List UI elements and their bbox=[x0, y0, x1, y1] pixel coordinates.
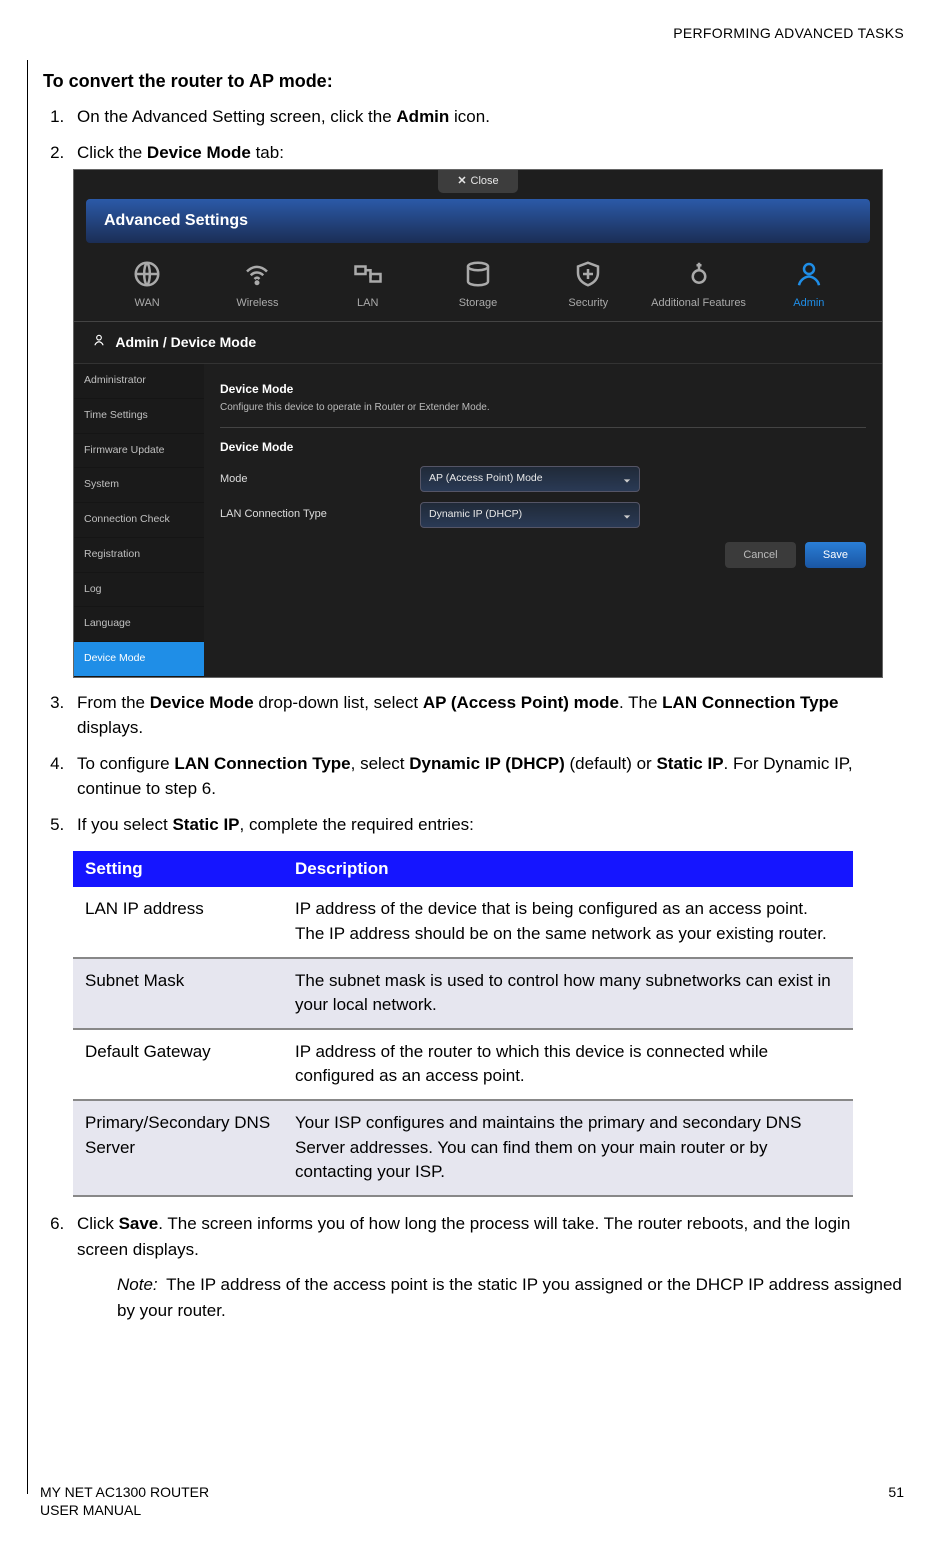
router-screenshot: ✕Close Advanced Settings WAN Wireless LA… bbox=[73, 169, 883, 678]
close-button[interactable]: ✕Close bbox=[438, 170, 518, 193]
sidebar-item-system[interactable]: System bbox=[74, 468, 204, 503]
col-description: Description bbox=[283, 851, 853, 887]
settings-table: Setting Description LAN IP address IP ad… bbox=[73, 851, 853, 1197]
form-subheading: Configure this device to operate in Rout… bbox=[220, 400, 866, 415]
step-4: To configure LAN Connection Type, select… bbox=[69, 751, 904, 802]
lan-type-dropdown[interactable]: Dynamic IP (DHCP) bbox=[420, 502, 640, 528]
divider bbox=[220, 427, 866, 428]
lan-type-label: LAN Connection Type bbox=[220, 506, 420, 523]
col-setting: Setting bbox=[73, 851, 283, 887]
step-1: On the Advanced Setting screen, click th… bbox=[69, 104, 904, 130]
form-heading-2: Device Mode bbox=[220, 438, 866, 456]
table-header-row: Setting Description bbox=[73, 851, 853, 887]
table-row: Primary/Secondary DNS Server Your ISP co… bbox=[73, 1100, 853, 1196]
page-footer: MY NET AC1300 ROUTER USER MANUAL 51 bbox=[40, 1483, 904, 1519]
user-icon bbox=[794, 259, 824, 289]
note: Note: The IP address of the access point… bbox=[117, 1272, 904, 1323]
globe-icon bbox=[132, 259, 162, 289]
form-heading-1: Device Mode bbox=[220, 380, 866, 398]
footer-product: MY NET AC1300 ROUTER USER MANUAL bbox=[40, 1483, 209, 1519]
save-button[interactable]: Save bbox=[805, 542, 866, 569]
close-icon: ✕ bbox=[457, 175, 466, 187]
sidebar-item-language[interactable]: Language bbox=[74, 607, 204, 642]
table-row: Subnet Mask The subnet mask is used to c… bbox=[73, 958, 853, 1029]
sidebar-item-registration[interactable]: Registration bbox=[74, 538, 204, 573]
sidebar-item-administrator[interactable]: Administrator bbox=[74, 364, 204, 399]
user-small-icon bbox=[92, 332, 106, 353]
top-tabs: WAN Wireless LAN Storage bbox=[74, 249, 882, 323]
panel-title: Advanced Settings bbox=[86, 199, 870, 243]
sidebar-item-log[interactable]: Log bbox=[74, 573, 204, 608]
tab-lan[interactable]: LAN bbox=[313, 259, 423, 312]
step-2: Click the Device Mode tab: ✕Close Advanc… bbox=[69, 140, 904, 678]
mode-label: Mode bbox=[220, 471, 420, 488]
shield-icon bbox=[573, 259, 603, 289]
storage-icon bbox=[463, 259, 493, 289]
step-6: Click Save. The screen informs you of ho… bbox=[69, 1211, 904, 1323]
tab-wan[interactable]: WAN bbox=[92, 259, 202, 312]
form-panel: Device Mode Configure this device to ope… bbox=[204, 364, 882, 677]
left-margin-rule bbox=[27, 60, 28, 1494]
page-number: 51 bbox=[888, 1483, 904, 1519]
step-5: If you select Static IP, complete the re… bbox=[69, 812, 904, 838]
chevron-down-icon bbox=[623, 511, 631, 519]
breadcrumb: Admin / Device Mode bbox=[74, 322, 882, 364]
sidebar-item-time[interactable]: Time Settings bbox=[74, 399, 204, 434]
step-3: From the Device Mode drop-down list, sel… bbox=[69, 690, 904, 741]
table-row: LAN IP address IP address of the device … bbox=[73, 887, 853, 957]
chevron-down-icon bbox=[623, 475, 631, 483]
lan-icon bbox=[353, 259, 383, 289]
mode-dropdown[interactable]: AP (Access Point) Mode bbox=[420, 466, 640, 492]
tab-admin[interactable]: Admin bbox=[754, 259, 864, 312]
tab-additional[interactable]: Additional Features bbox=[643, 259, 753, 312]
sidebar-menu: Administrator Time Settings Firmware Upd… bbox=[74, 364, 204, 677]
tab-wireless[interactable]: Wireless bbox=[202, 259, 312, 312]
table-row: Default Gateway IP address of the router… bbox=[73, 1029, 853, 1100]
sidebar-item-connection[interactable]: Connection Check bbox=[74, 503, 204, 538]
tab-security[interactable]: Security bbox=[533, 259, 643, 312]
wifi-icon bbox=[242, 259, 272, 289]
plus-gear-icon bbox=[684, 259, 714, 289]
tab-storage[interactable]: Storage bbox=[423, 259, 533, 312]
sidebar-item-device-mode[interactable]: Device Mode bbox=[74, 642, 204, 677]
sidebar-item-firmware[interactable]: Firmware Update bbox=[74, 434, 204, 469]
chapter-header: PERFORMING ADVANCED TASKS bbox=[40, 25, 904, 41]
procedure-title: To convert the router to AP mode: bbox=[43, 71, 904, 92]
cancel-button[interactable]: Cancel bbox=[725, 542, 795, 569]
